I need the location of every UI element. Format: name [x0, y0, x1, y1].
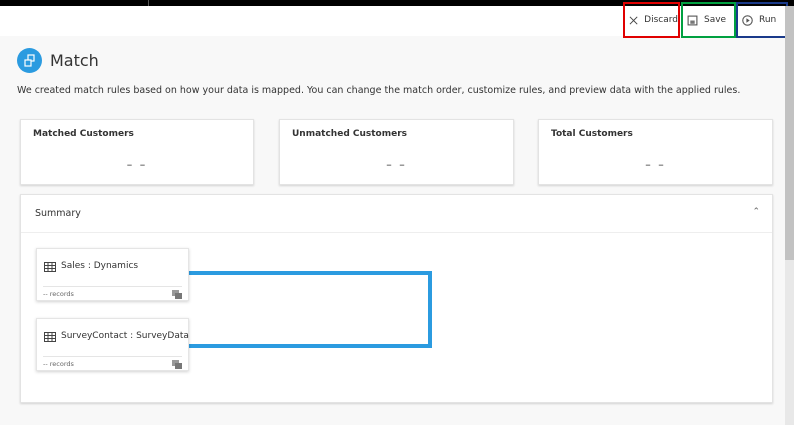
card-label: Matched Customers: [33, 129, 134, 139]
entity-card[interactable]: SurveyContact : SurveyData -- records: [36, 318, 189, 371]
matched-customers-card: Matched Customers – –: [20, 119, 254, 185]
card-label: Total Customers: [551, 129, 633, 139]
play-icon: [742, 14, 753, 26]
card-value: – –: [386, 158, 407, 171]
page-title: Match: [50, 51, 99, 70]
entity-records: -- records: [43, 360, 74, 368]
save-button[interactable]: Save: [681, 2, 736, 38]
save-icon: [687, 15, 698, 25]
run-button[interactable]: Run: [736, 2, 788, 38]
page-description: We created match rules based on how your…: [17, 85, 741, 96]
card-value: – –: [126, 158, 148, 171]
card-value: – –: [645, 158, 666, 171]
table-icon: [44, 332, 56, 342]
save-label: Save: [704, 15, 727, 25]
discard-label: Discard: [644, 15, 678, 25]
card-label: Unmatched Customers: [292, 129, 408, 139]
total-customers-card: Total Customers – –: [538, 119, 773, 185]
unmatched-customers-card: Unmatched Customers – –: [279, 119, 514, 185]
data-preview-icon[interactable]: [172, 290, 182, 299]
entity-name: Sales : Dynamics: [61, 261, 139, 271]
vertical-scrollbar[interactable]: [785, 6, 794, 425]
table-icon: [44, 262, 56, 272]
scrollbar-thumb[interactable]: [785, 6, 794, 260]
entity-name: SurveyContact : SurveyData: [61, 331, 189, 341]
entity-records: -- records: [43, 290, 74, 298]
summary-panel: Summary ⌃ Sales : Dynamics -- records Su…: [20, 194, 773, 403]
match-logo-icon: [17, 48, 42, 73]
entity-card[interactable]: Sales : Dynamics -- records: [36, 248, 189, 301]
close-icon: [629, 16, 638, 24]
data-preview-icon[interactable]: [172, 360, 182, 369]
run-label: Run: [759, 15, 777, 25]
discard-button[interactable]: Discard: [623, 2, 680, 38]
